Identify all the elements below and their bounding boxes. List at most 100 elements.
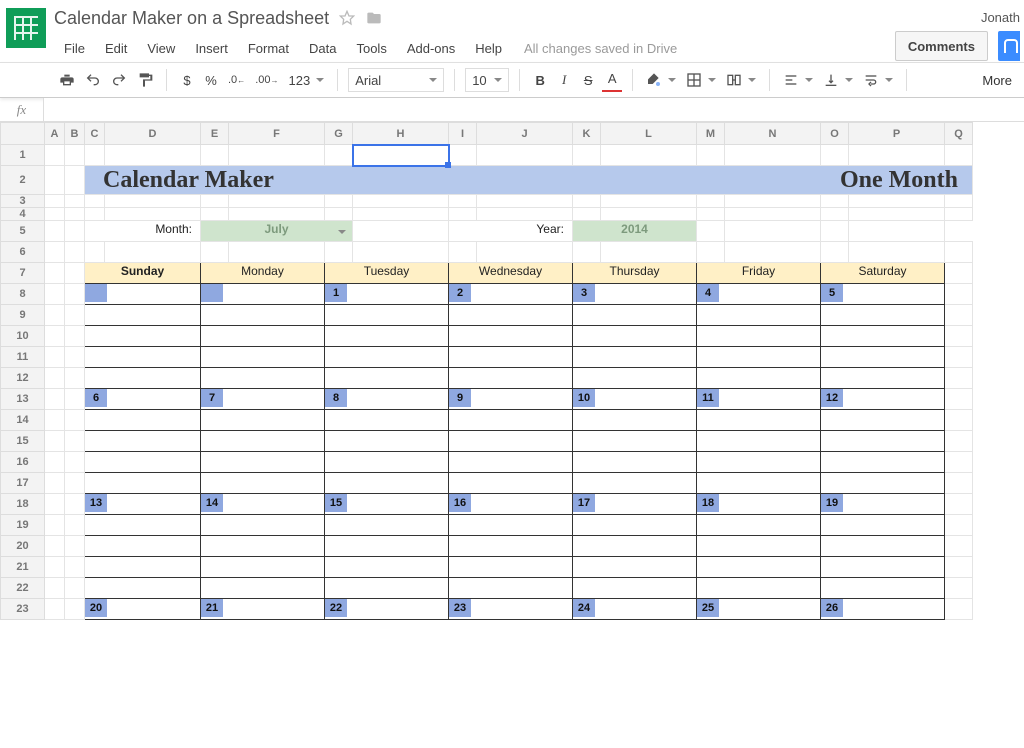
cell-G3[interactable]	[325, 195, 353, 208]
cell-A1[interactable]	[45, 145, 65, 166]
cell-M3[interactable]	[697, 195, 725, 208]
calendar-cell[interactable]	[821, 473, 945, 494]
col-header-P[interactable]: P	[849, 123, 945, 145]
calendar-day[interactable]: 20	[85, 599, 201, 620]
calendar-cell[interactable]	[821, 410, 945, 431]
dow-saturday[interactable]: Saturday	[821, 263, 945, 284]
calendar-cell[interactable]	[201, 326, 325, 347]
calendar-cell[interactable]	[85, 431, 201, 452]
row-header-16[interactable]: 16	[1, 452, 45, 473]
calendar-cell[interactable]	[449, 515, 573, 536]
cell-Q1[interactable]	[945, 145, 973, 166]
row-header-13[interactable]: 13	[1, 389, 45, 410]
cell-J3[interactable]	[477, 195, 573, 208]
dow-wednesday[interactable]: Wednesday	[449, 263, 573, 284]
calendar-cell[interactable]	[573, 578, 697, 599]
cell-C6[interactable]	[85, 242, 105, 263]
menu-insert[interactable]: Insert	[185, 37, 238, 60]
calendar-cell[interactable]	[201, 347, 325, 368]
calendar-cell[interactable]	[697, 347, 821, 368]
row-header-14[interactable]: 14	[1, 410, 45, 431]
calendar-cell[interactable]	[573, 536, 697, 557]
h-align-icon[interactable]	[780, 68, 816, 92]
cell-I3[interactable]	[449, 195, 477, 208]
cell-E4[interactable]	[201, 208, 229, 221]
cell-Q3[interactable]	[945, 195, 973, 208]
cell-J4[interactable]	[477, 208, 573, 221]
row-header-5[interactable]: 5	[1, 221, 45, 242]
row-header-10[interactable]: 10	[1, 326, 45, 347]
month-select[interactable]: July	[201, 221, 353, 242]
menu-format[interactable]: Format	[238, 37, 299, 60]
calendar-cell[interactable]	[697, 305, 821, 326]
cell-B3[interactable]	[65, 195, 85, 208]
calendar-cell[interactable]	[85, 368, 201, 389]
calendar-cell[interactable]	[449, 557, 573, 578]
col-header-I[interactable]: I	[449, 123, 477, 145]
calendar-cell[interactable]	[201, 305, 325, 326]
cell-A4[interactable]	[45, 208, 65, 221]
calendar-cell[interactable]	[573, 452, 697, 473]
cell-B6[interactable]	[65, 242, 85, 263]
calendar-day[interactable]: 12	[821, 389, 945, 410]
calendar-day[interactable]: 17	[573, 494, 697, 515]
calendar-cell[interactable]	[201, 431, 325, 452]
calendar-cell[interactable]	[325, 536, 449, 557]
calendar-day[interactable]	[85, 284, 201, 305]
cell-M6[interactable]	[697, 242, 725, 263]
calendar-cell[interactable]	[325, 515, 449, 536]
dow-thursday[interactable]: Thursday	[573, 263, 697, 284]
row-header-9[interactable]: 9	[1, 305, 45, 326]
row-header-23[interactable]: 23	[1, 599, 45, 620]
row-header-12[interactable]: 12	[1, 368, 45, 389]
cell-O1[interactable]	[821, 145, 849, 166]
bold-button[interactable]: B	[530, 68, 550, 92]
calendar-cell[interactable]	[85, 347, 201, 368]
undo-icon[interactable]	[82, 68, 104, 92]
calendar-day[interactable]: 16	[449, 494, 573, 515]
col-header-Q[interactable]: Q	[945, 123, 973, 145]
menu-help[interactable]: Help	[465, 37, 512, 60]
cell-H1[interactable]	[353, 145, 449, 166]
redo-icon[interactable]	[108, 68, 130, 92]
calendar-cell[interactable]	[697, 326, 821, 347]
calendar-cell[interactable]	[697, 557, 821, 578]
cell-L4[interactable]	[601, 208, 697, 221]
calendar-cell[interactable]	[573, 410, 697, 431]
calendar-cell[interactable]	[449, 536, 573, 557]
calendar-cell[interactable]	[85, 536, 201, 557]
calendar-day[interactable]: 9	[449, 389, 573, 410]
calendar-banner[interactable]: Calendar MakerOne Month	[85, 166, 973, 195]
cell-L6[interactable]	[601, 242, 697, 263]
col-header-B[interactable]: B	[65, 123, 85, 145]
row-header-17[interactable]: 17	[1, 473, 45, 494]
cell-P3[interactable]	[849, 195, 945, 208]
cell-F4[interactable]	[229, 208, 325, 221]
cell-K1[interactable]	[573, 145, 601, 166]
cell-G6[interactable]	[325, 242, 353, 263]
decrease-decimal[interactable]: .0←	[225, 68, 248, 92]
calendar-cell[interactable]	[325, 368, 449, 389]
cell-H3[interactable]	[353, 195, 449, 208]
calendar-cell[interactable]	[449, 347, 573, 368]
calendar-day[interactable]	[201, 284, 325, 305]
calendar-cell[interactable]	[573, 326, 697, 347]
cell-N1[interactable]	[725, 145, 821, 166]
cell-D3[interactable]	[105, 195, 201, 208]
number-format[interactable]: 123	[285, 68, 327, 92]
text-color-button[interactable]: A	[602, 68, 622, 92]
calendar-cell[interactable]	[449, 305, 573, 326]
calendar-day[interactable]: 19	[821, 494, 945, 515]
calendar-day[interactable]: 8	[325, 389, 449, 410]
cell-P6[interactable]	[849, 242, 945, 263]
format-currency[interactable]: $	[177, 68, 197, 92]
cell-E3[interactable]	[201, 195, 229, 208]
row-header-22[interactable]: 22	[1, 578, 45, 599]
share-button[interactable]	[998, 31, 1020, 61]
select-all-corner[interactable]	[1, 123, 45, 145]
cell-J1[interactable]	[477, 145, 573, 166]
row-header-3[interactable]: 3	[1, 195, 45, 208]
calendar-cell[interactable]	[697, 410, 821, 431]
col-header-A[interactable]: A	[45, 123, 65, 145]
calendar-day[interactable]: 10	[573, 389, 697, 410]
